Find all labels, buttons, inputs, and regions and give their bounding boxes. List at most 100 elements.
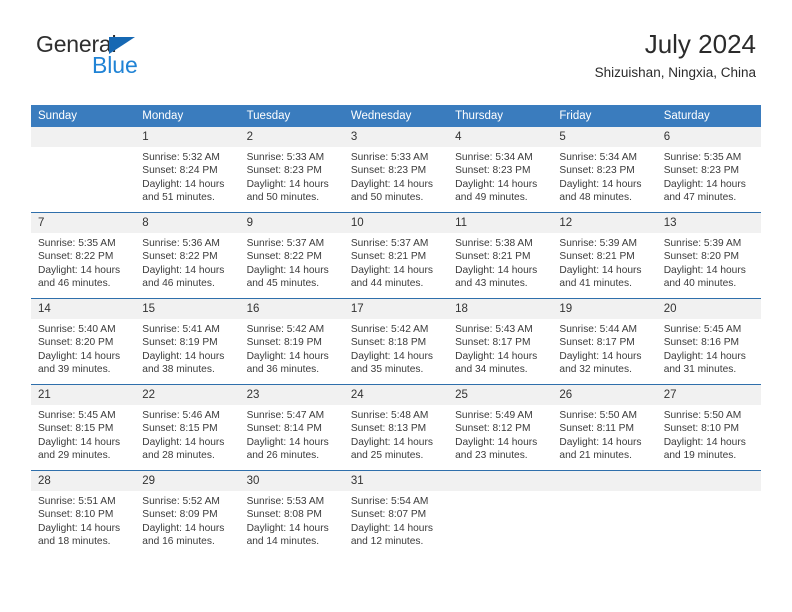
calendar-day-cell[interactable]: 24 Sunrise: 5:48 AM Sunset: 8:13 PM Dayligh… [343,384,449,471]
day-cell-content: 12 Sunrise: 5:39 AM Sunset: 8:21 PM Dayligh… [552,213,657,298]
calendar-day-cell[interactable]: 2 Sunrise: 5:33 AM Sunset: 8:23 PM Daylight… [239,127,344,213]
daylight-text-line1: Daylight: 14 hours [663,436,746,448]
day-sun-info: Sunrise: 5:46 AM Sunset: 8:15 PM Daylight:… [135,405,239,463]
sunset-text: Sunset: 8:21 PM [350,251,427,263]
calendar-day-cell[interactable]: 9 Sunrise: 5:37 AM Sunset: 8:22 PM Daylight… [239,212,344,299]
day-cell-content: 16 Sunrise: 5:42 AM Sunset: 8:19 PM Dayligh… [239,299,344,384]
daylight-text-line2: and 47 minutes. [663,192,737,204]
daylight-text-line1: Daylight: 14 hours [38,264,121,276]
logo-secondary-text: Blue [92,52,138,78]
daylight-text-line1: Daylight: 14 hours [350,178,433,190]
day-number: 5 [552,127,657,147]
sunrise-text: Sunrise: 5:32 AM [142,152,220,163]
calendar-day-cell[interactable]: 29 Sunrise: 5:52 AM Sunset: 8:09 PM Dayligh… [135,470,240,556]
day-number: 17 [343,299,449,319]
calendar-day-cell[interactable]: 21 Sunrise: 5:45 AM Sunset: 8:15 PM Dayligh… [31,384,136,471]
calendar-day-cell[interactable]: 17 Sunrise: 5:42 AM Sunset: 8:18 PM Dayligh… [343,298,449,385]
calendar-day-cell[interactable]: 22 Sunrise: 5:46 AM Sunset: 8:15 PM Dayligh… [135,384,240,471]
daylight-text-line1: Daylight: 14 hours [663,350,746,362]
sunset-text: Sunset: 8:08 PM [246,509,322,521]
sunset-text: Sunset: 8:20 PM [38,337,114,349]
calendar-day-cell[interactable]: 19 Sunrise: 5:44 AM Sunset: 8:17 PM Dayligh… [552,298,657,385]
calendar-day-cell[interactable]: 27 Sunrise: 5:50 AM Sunset: 8:10 PM Dayligh… [656,384,761,471]
day-number [552,471,657,491]
calendar-day-cell[interactable]: 7 Sunrise: 5:35 AM Sunset: 8:22 PM Daylight… [31,212,136,299]
calendar-empty-cell [448,470,553,556]
day-sun-info: Sunrise: 5:39 AM Sunset: 8:21 PM Daylight:… [552,233,656,291]
sunrise-text: Sunrise: 5:53 AM [246,496,325,507]
calendar-day-cell[interactable]: 30 Sunrise: 5:53 AM Sunset: 8:08 PM Dayligh… [239,470,344,556]
day-cell-content: 8 Sunrise: 5:36 AM Sunset: 8:22 PM Daylight… [135,213,240,298]
day-sun-info: Sunrise: 5:35 AM Sunset: 8:23 PM Daylight:… [657,147,761,205]
calendar-day-cell[interactable]: 8 Sunrise: 5:36 AM Sunset: 8:22 PM Daylight… [135,212,240,299]
calendar-day-cell[interactable]: 20 Sunrise: 5:45 AM Sunset: 8:16 PM Dayligh… [656,298,761,385]
calendar-day-cell[interactable]: 15 Sunrise: 5:41 AM Sunset: 8:19 PM Dayligh… [135,298,240,385]
calendar-day-cell[interactable]: 31 Sunrise: 5:54 AM Sunset: 8:07 PM Dayligh… [343,470,449,556]
calendar-day-cell[interactable]: 16 Sunrise: 5:42 AM Sunset: 8:19 PM Dayligh… [239,298,344,385]
calendar-day-cell[interactable]: 12 Sunrise: 5:39 AM Sunset: 8:21 PM Dayligh… [552,212,657,299]
general-blue-logo[interactable]: General Blue [36,32,256,86]
calendar-day-cell[interactable]: 5 Sunrise: 5:34 AM Sunset: 8:23 PM Daylight… [552,127,657,213]
daylight-text-line2: and 50 minutes. [246,192,320,204]
calendar-day-cell[interactable]: 3 Sunrise: 5:33 AM Sunset: 8:23 PM Daylight… [343,127,449,213]
sunrise-text: Sunrise: 5:35 AM [663,152,742,163]
sunset-text: Sunset: 8:15 PM [38,423,114,435]
day-cell-content: 18 Sunrise: 5:43 AM Sunset: 8:17 PM Dayligh… [448,299,553,384]
daylight-text-line1: Daylight: 14 hours [350,522,433,534]
day-cell-content [448,471,553,556]
daylight-text-line2: and 25 minutes. [350,450,424,462]
day-number: 27 [656,385,761,405]
sunrise-text: Sunrise: 5:33 AM [350,152,429,163]
daylight-text-line1: Daylight: 14 hours [559,178,642,190]
day-sun-info: Sunrise: 5:36 AM Sunset: 8:22 PM Daylight:… [135,233,239,291]
daylight-text-line1: Daylight: 14 hours [38,522,121,534]
sunset-text: Sunset: 8:10 PM [38,509,114,521]
day-cell-content: 6 Sunrise: 5:35 AM Sunset: 8:23 PM Daylight… [656,127,761,212]
day-sun-info: Sunrise: 5:54 AM Sunset: 8:07 PM Daylight:… [344,491,448,549]
calendar-day-cell[interactable]: 23 Sunrise: 5:47 AM Sunset: 8:14 PM Dayligh… [239,384,344,471]
day-sun-info: Sunrise: 5:42 AM Sunset: 8:18 PM Daylight:… [344,319,448,377]
calendar-day-cell[interactable]: 28 Sunrise: 5:51 AM Sunset: 8:10 PM Dayligh… [31,470,136,556]
day-number: 11 [448,213,553,233]
day-number: 29 [135,471,240,491]
calendar-day-cell[interactable]: 14 Sunrise: 5:40 AM Sunset: 8:20 PM Dayligh… [31,298,136,385]
daylight-text-line2: and 19 minutes. [663,450,737,462]
calendar-week-row: 7 Sunrise: 5:35 AM Sunset: 8:22 PM Daylight… [31,212,761,299]
daylight-text-line2: and 44 minutes. [350,278,424,290]
sunset-text: Sunset: 8:17 PM [559,337,635,349]
sunset-text: Sunset: 8:23 PM [559,165,635,177]
sunrise-text: Sunrise: 5:36 AM [142,238,220,249]
calendar-day-cell[interactable]: 10 Sunrise: 5:37 AM Sunset: 8:21 PM Dayligh… [343,212,449,299]
day-sun-info: Sunrise: 5:34 AM Sunset: 8:23 PM Daylight:… [448,147,552,205]
day-cell-content: 30 Sunrise: 5:53 AM Sunset: 8:08 PM Dayligh… [239,471,344,556]
daylight-text-line1: Daylight: 14 hours [455,436,538,448]
calendar-day-cell[interactable]: 6 Sunrise: 5:35 AM Sunset: 8:23 PM Daylight… [656,127,761,213]
day-cell-content: 19 Sunrise: 5:44 AM Sunset: 8:17 PM Dayligh… [552,299,657,384]
calendar-day-cell[interactable]: 1 Sunrise: 5:32 AM Sunset: 8:24 PM Daylight… [135,127,240,213]
day-sun-info: Sunrise: 5:40 AM Sunset: 8:20 PM Daylight:… [31,319,135,377]
day-cell-content: 20 Sunrise: 5:45 AM Sunset: 8:16 PM Dayligh… [656,299,761,384]
calendar-day-cell[interactable]: 18 Sunrise: 5:43 AM Sunset: 8:17 PM Dayligh… [448,298,553,385]
daylight-text-line1: Daylight: 14 hours [455,350,538,362]
daylight-text-line2: and 51 minutes. [142,192,215,204]
calendar-page: General Blue July 2024 Shizuishan, Ningx… [0,0,792,612]
daylight-text-line2: and 23 minutes. [455,450,528,462]
sunrise-text: Sunrise: 5:45 AM [663,324,742,335]
day-number: 14 [31,299,136,319]
day-sun-info: Sunrise: 5:42 AM Sunset: 8:19 PM Daylight:… [240,319,344,377]
daylight-text-line2: and 49 minutes. [455,192,528,204]
calendar-day-cell[interactable]: 4 Sunrise: 5:34 AM Sunset: 8:23 PM Daylight… [448,127,553,213]
daylight-text-line1: Daylight: 14 hours [455,264,538,276]
calendar-day-cell[interactable]: 25 Sunrise: 5:49 AM Sunset: 8:12 PM Dayligh… [448,384,553,471]
day-number: 21 [31,385,136,405]
calendar-day-cell[interactable]: 13 Sunrise: 5:39 AM Sunset: 8:20 PM Dayligh… [656,212,761,299]
day-cell-content: 11 Sunrise: 5:38 AM Sunset: 8:21 PM Dayligh… [448,213,553,298]
calendar-day-cell[interactable]: 11 Sunrise: 5:38 AM Sunset: 8:21 PM Dayligh… [448,212,553,299]
day-cell-content: 22 Sunrise: 5:46 AM Sunset: 8:15 PM Dayligh… [135,385,240,470]
day-cell-content: 9 Sunrise: 5:37 AM Sunset: 8:22 PM Daylight… [239,213,344,298]
sunset-text: Sunset: 8:18 PM [350,337,427,349]
weekday-header-tuesday: Tuesday [239,105,344,127]
calendar-week-row: 28 Sunrise: 5:51 AM Sunset: 8:10 PM Dayligh… [31,470,761,556]
sunrise-text: Sunrise: 5:40 AM [38,324,116,335]
calendar-day-cell[interactable]: 26 Sunrise: 5:50 AM Sunset: 8:11 PM Dayligh… [552,384,657,471]
